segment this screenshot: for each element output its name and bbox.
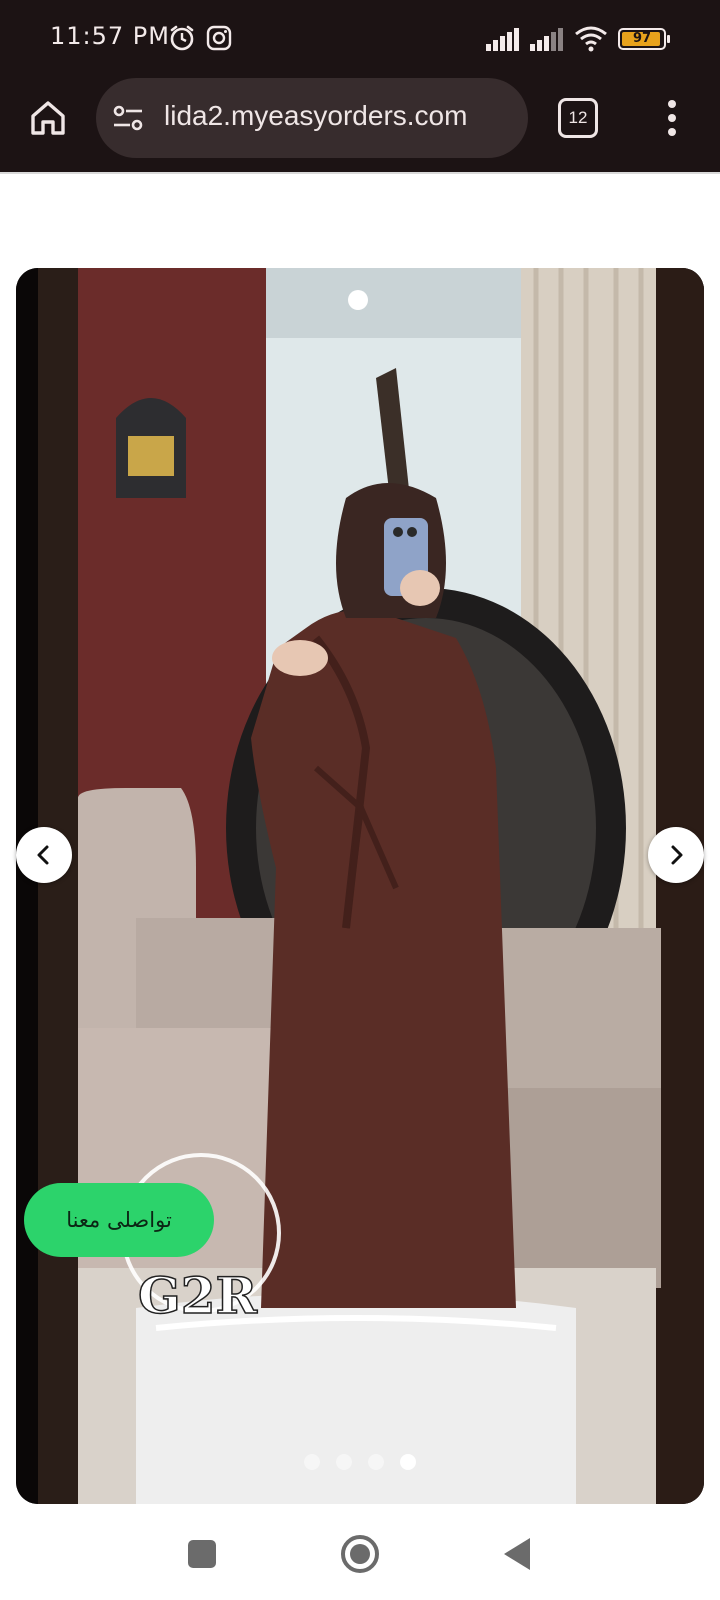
site-settings-icon[interactable]	[112, 104, 144, 132]
signal-icon	[530, 28, 563, 51]
product-gallery[interactable]: G2R	[16, 268, 704, 1504]
gallery-dot[interactable]	[304, 1454, 320, 1470]
tabs-icon[interactable]: 12	[558, 98, 598, 138]
status-time: 11:57 PM	[50, 22, 170, 50]
battery-level: 97	[632, 31, 652, 46]
signal-icon	[486, 28, 519, 51]
gallery-dot[interactable]	[336, 1454, 352, 1470]
url-text[interactable]: lida2.myeasyorders.com	[164, 100, 514, 132]
contact-us-label: تواصلى معنا	[66, 1208, 172, 1232]
chevron-right-icon	[671, 845, 683, 865]
status-bar: 11:57 PM 97	[0, 0, 720, 78]
gallery-pagination	[304, 1454, 424, 1474]
chevron-left-icon	[37, 845, 49, 865]
next-image-button[interactable]	[648, 827, 704, 883]
home-circle-icon[interactable]	[340, 1534, 380, 1574]
tab-count: 12	[568, 108, 588, 127]
watermark-g2r: G2R	[138, 1266, 257, 1325]
back-icon[interactable]	[502, 1536, 532, 1572]
toolbar-divider	[0, 172, 720, 174]
previous-image-button[interactable]	[16, 827, 72, 883]
gallery-dot[interactable]	[368, 1454, 384, 1470]
home-icon[interactable]	[28, 98, 68, 138]
wifi-icon	[575, 26, 607, 52]
product-photo: G2R	[16, 268, 704, 1504]
instagram-icon	[206, 25, 232, 51]
battery-icon: 97	[618, 28, 670, 50]
system-navigation-bar	[0, 1504, 720, 1600]
more-vert-icon[interactable]	[662, 98, 682, 138]
gallery-dot-active[interactable]	[400, 1454, 416, 1470]
contact-us-button[interactable]: تواصلى معنا	[24, 1183, 214, 1257]
recents-icon[interactable]	[188, 1540, 216, 1568]
browser-toolbar: lida2.myeasyorders.com 12	[0, 78, 720, 172]
url-bar[interactable]: lida2.myeasyorders.com	[96, 78, 528, 158]
alarm-icon	[170, 25, 194, 51]
